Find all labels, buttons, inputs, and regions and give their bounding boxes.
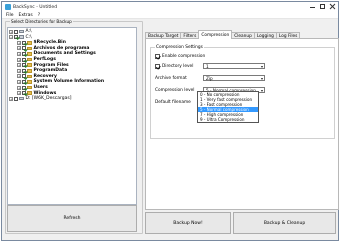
- expand-icon[interactable]: −: [9, 35, 13, 40]
- compression-panel: Compression Settings Enable compression …: [145, 38, 339, 210]
- tree-item[interactable]: + $Recycle.Bin: [17, 40, 66, 45]
- expand-icon[interactable]: +: [17, 68, 21, 73]
- tree-checkbox[interactable]: [14, 96, 18, 101]
- tree-item-label: A:\: [25, 29, 32, 35]
- tree-checkbox[interactable]: [22, 63, 26, 68]
- tree-checkbox[interactable]: [22, 68, 26, 73]
- tree-item-label: Program Files: [33, 62, 69, 68]
- app-window: BackSync - Untitled File Extras ? Select…: [1, 1, 339, 241]
- tree-item[interactable]: + Users: [17, 85, 48, 90]
- folder-icon: [27, 63, 32, 67]
- expand-icon[interactable]: +: [17, 79, 21, 84]
- tree-checkbox[interactable]: [22, 74, 26, 79]
- tree-item[interactable]: − C:\: [9, 35, 32, 40]
- drive-icon: [19, 97, 24, 101]
- tree-checkbox[interactable]: [22, 57, 26, 62]
- directory-level-value: 1: [206, 63, 209, 69]
- archive-format-label: Archive format: [155, 76, 187, 81]
- tree-item-label: C:\: [25, 34, 32, 40]
- expand-icon[interactable]: +: [17, 63, 21, 68]
- app-icon: [5, 4, 11, 10]
- expand-icon[interactable]: +: [17, 40, 21, 45]
- compression-settings-caption: Compression Settings: [155, 45, 204, 50]
- drive-icon: [19, 35, 24, 39]
- directory-level-checkbox[interactable]: [155, 64, 160, 69]
- default-filename-label: Default filename: [155, 100, 191, 105]
- tree-item[interactable]: + ProgramData: [17, 68, 67, 73]
- minimize-icon[interactable]: [309, 3, 316, 10]
- close-icon[interactable]: [329, 3, 336, 10]
- tree-item-label: System Volume Information: [33, 79, 105, 85]
- chevron-down-icon: [261, 89, 263, 92]
- folder-icon: [27, 80, 32, 84]
- directory-group-caption: Select Directories for Backup: [10, 19, 73, 24]
- folder-icon: [27, 91, 32, 95]
- expand-icon[interactable]: +: [9, 29, 13, 34]
- drive-icon: [19, 29, 24, 34]
- tree-item-label: Windows: [33, 90, 57, 96]
- dropdown-option[interactable]: 9 - Ultra Compression: [198, 117, 258, 122]
- menu-bar: File Extras ?: [2, 12, 338, 19]
- menu-file[interactable]: File: [6, 13, 14, 18]
- tree-item[interactable]: + Windows: [17, 91, 56, 96]
- tree-checkbox[interactable]: [22, 85, 26, 90]
- tree-item-label: PerfLogs: [33, 57, 56, 63]
- expand-icon[interactable]: +: [17, 46, 21, 51]
- tree-item[interactable]: + D: [W6K_Descargas]: [9, 96, 71, 101]
- enable-compression-label: Enable compression: [162, 54, 206, 59]
- refresh-button[interactable]: Refresh: [7, 205, 137, 232]
- chevron-down-icon: [261, 65, 263, 68]
- tree-item-label: $Recycle.Bin: [33, 40, 66, 46]
- expand-icon[interactable]: +: [17, 85, 21, 90]
- tree-item[interactable]: + System Volume Information: [17, 79, 104, 84]
- archive-format-select[interactable]: Zip: [203, 75, 265, 81]
- directory-level-select[interactable]: 1: [203, 63, 265, 69]
- expand-icon[interactable]: +: [9, 96, 13, 101]
- menu-help[interactable]: ?: [38, 13, 40, 18]
- tree-checkbox[interactable]: [14, 35, 18, 40]
- expand-icon[interactable]: +: [17, 91, 21, 96]
- expand-icon[interactable]: +: [17, 57, 21, 62]
- tree-checkbox[interactable]: [22, 46, 26, 51]
- tree-item[interactable]: + PerfLogs: [17, 57, 56, 62]
- tree-item-label: ProgramData: [33, 68, 68, 74]
- folder-icon: [27, 68, 32, 73]
- tree-checkbox[interactable]: [14, 29, 18, 34]
- archive-format-value: Zip: [206, 75, 213, 81]
- tree-checkbox[interactable]: [22, 40, 26, 45]
- tree-item[interactable]: + A:\: [9, 29, 32, 34]
- folder-icon: [27, 40, 32, 45]
- tree-checkbox[interactable]: [22, 91, 26, 96]
- folder-icon: [27, 74, 32, 79]
- tree-item-label: Users: [33, 85, 48, 91]
- title-bar[interactable]: BackSync - Untitled: [2, 2, 338, 12]
- folder-icon: [27, 52, 32, 56]
- tree-item[interactable]: + Program Files: [17, 63, 69, 68]
- backup-now-button[interactable]: Backup Now!: [145, 212, 231, 234]
- compression-level-dropdown[interactable]: 0 - No compression 1 - Very fast compress…: [197, 91, 259, 123]
- backup-cleanup-button[interactable]: Backup & Cleanup: [233, 212, 336, 234]
- menu-extras[interactable]: Extras: [19, 13, 33, 18]
- expand-icon[interactable]: +: [17, 74, 21, 79]
- compression-level-label: Compression level: [155, 88, 195, 93]
- tree-item-label: Documents and Settings: [33, 51, 96, 57]
- expand-icon[interactable]: +: [17, 51, 21, 56]
- tree-item-label: D: [W6K_Descargas]: [25, 96, 72, 102]
- chevron-down-icon: [261, 77, 263, 80]
- directory-level-label: Directory level: [162, 64, 194, 69]
- tab-compression[interactable]: Compression: [198, 30, 233, 39]
- tree-item[interactable]: + Documents and Settings: [17, 51, 96, 56]
- maximize-icon[interactable]: [319, 3, 326, 10]
- window-title: BackSync - Untitled: [13, 4, 58, 10]
- directory-tree[interactable]: + A:\ − C:\ + $Recycle.Bin + Archivos de progra…: [7, 27, 137, 205]
- tree-checkbox[interactable]: [22, 51, 26, 56]
- enable-compression-checkbox[interactable]: [155, 54, 160, 59]
- tree-checkbox[interactable]: [22, 79, 26, 84]
- folder-icon: [27, 46, 32, 51]
